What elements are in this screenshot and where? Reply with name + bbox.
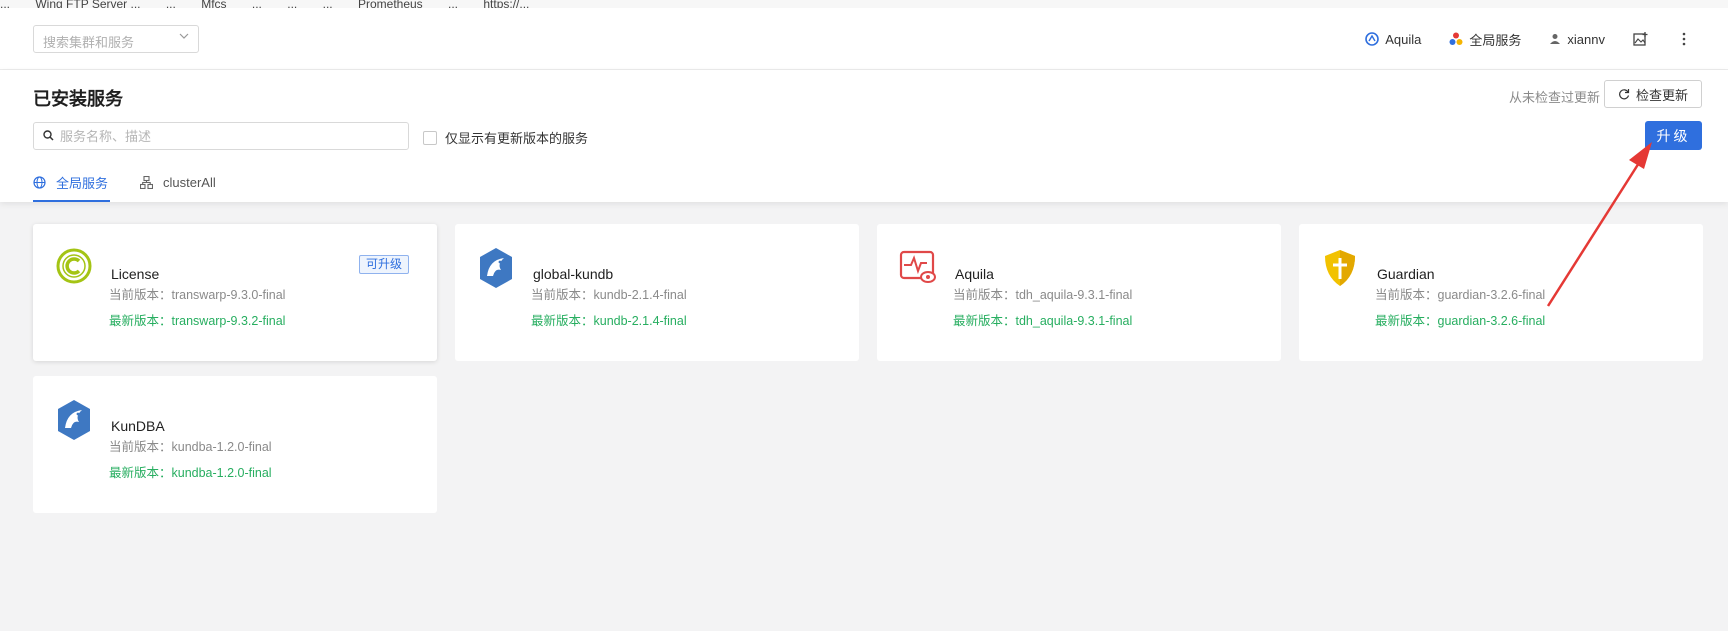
service-tabs: 全局服务 clusterAll: [33, 162, 248, 202]
service-name: Aquila: [955, 266, 994, 282]
latest-version: 最新版本：kundba-1.2.0-final: [109, 466, 272, 480]
current-version: 当前版本：tdh_aquila-9.3.1-final: [953, 288, 1133, 302]
user-menu[interactable]: xiannv: [1549, 32, 1605, 47]
bookmark-item[interactable]: ...: [0, 0, 10, 8]
bookmark-item[interactable]: https://...: [483, 0, 529, 8]
tab-global-services-label: 全局服务: [56, 175, 109, 191]
page-title: 已安装服务: [33, 89, 123, 109]
kundba-icon: [58, 400, 90, 440]
top-navigation-bar: 搜索集群和服务 Aquila 全局服务 xiannv: [0, 8, 1728, 70]
bookmark-item[interactable]: Wing FTP Server ...: [35, 0, 140, 8]
only-update-filter[interactable]: 仅显示有更新版本的服务: [423, 128, 588, 147]
globe-icon: [33, 175, 46, 189]
tab-cluster-all-label: clusterAll: [163, 174, 216, 190]
image-export-button[interactable]: [1633, 31, 1654, 47]
current-version: 当前版本：kundba-1.2.0-final: [109, 440, 272, 454]
bookmarks-bar: ... Wing FTP Server ... ... Mfcs ... ...…: [0, 0, 1728, 8]
service-card-kundba[interactable]: KunDBA 当前版本：kundba-1.2.0-final 最新版本：kund…: [33, 376, 437, 513]
refresh-icon: [1619, 89, 1630, 100]
latest-version: 最新版本：guardian-3.2.6-final: [1375, 314, 1546, 328]
bookmark-item[interactable]: ...: [287, 0, 297, 8]
image-add-icon: [1633, 31, 1648, 46]
latest-version: 最新版本：tdh_aquila-9.3.1-final: [953, 314, 1133, 328]
service-card-guardian[interactable]: Guardian 当前版本：guardian-3.2.6-final 最新版本：…: [1299, 224, 1703, 361]
upgrade-button[interactable]: 升级: [1645, 121, 1702, 150]
user-icon: [1550, 34, 1561, 44]
upgradable-badge: 可升级: [358, 255, 409, 274]
more-menu-button[interactable]: [1682, 32, 1692, 46]
guardian-shield-icon: [1325, 250, 1355, 286]
bookmark-item[interactable]: ...: [166, 0, 176, 8]
aquila-icon: [1365, 32, 1380, 46]
only-update-checkbox[interactable]: [423, 130, 437, 145]
top-right-actions: Aquila 全局服务 xiannv: [1365, 8, 1728, 70]
latest-version: 最新版本：kundb-2.1.4-final: [531, 314, 687, 328]
service-name: Guardian: [1377, 266, 1435, 282]
latest-version: 最新版本：transwarp-9.3.2-final: [109, 314, 286, 328]
service-name: global-kundb: [533, 266, 614, 282]
service-search[interactable]: [33, 122, 409, 150]
page-header: 已安装服务 从未检查过更新 检查更新 仅显示有更新版本的服务 升级 全局服务 c…: [0, 70, 1728, 202]
service-name: License: [111, 266, 160, 282]
tab-cluster-all[interactable]: clusterAll: [140, 162, 218, 202]
aquila-link-label: Aquila: [1385, 31, 1422, 47]
more-vertical-icon: [1682, 32, 1686, 46]
global-services-link[interactable]: 全局服务: [1449, 30, 1521, 49]
global-services-icon: [1449, 32, 1463, 45]
current-version: 当前版本：transwarp-9.3.0-final: [109, 288, 286, 302]
bookmark-item[interactable]: ...: [252, 0, 262, 8]
service-name: KunDBA: [111, 418, 165, 434]
service-card-global-kundb[interactable]: global-kundb 当前版本：kundb-2.1.4-final 最新版本…: [455, 224, 859, 361]
global-services-label: 全局服务: [1469, 32, 1522, 48]
bookmark-item[interactable]: Prometheus: [358, 0, 423, 8]
kundb-icon: [480, 248, 512, 288]
cluster-service-search-select[interactable]: 搜索集群和服务: [33, 25, 199, 53]
bookmark-item[interactable]: Mfcs: [201, 0, 226, 8]
bookmark-item[interactable]: ...: [323, 0, 333, 8]
service-card-aquila[interactable]: Aquila 当前版本：tdh_aquila-9.3.1-final 最新版本：…: [877, 224, 1281, 361]
cluster-select-placeholder: 搜索集群和服务: [43, 35, 135, 50]
check-update-button[interactable]: 检查更新: [1604, 80, 1702, 108]
last-check-status: 从未检查过更新: [1508, 90, 1600, 105]
tab-global-services[interactable]: 全局服务: [33, 162, 111, 202]
service-search-input[interactable]: [60, 129, 402, 144]
check-update-label: 检查更新: [1635, 87, 1688, 103]
aquila-monitor-icon: [899, 250, 936, 283]
current-version: 当前版本：guardian-3.2.6-final: [1375, 288, 1546, 302]
license-icon: [56, 248, 92, 284]
username: xiannv: [1567, 31, 1605, 47]
aquila-link[interactable]: Aquila: [1365, 32, 1421, 47]
service-card-license[interactable]: License 可升级 当前版本：transwarp-9.3.0-final 最…: [33, 224, 437, 361]
bookmark-item[interactable]: ...: [448, 0, 458, 8]
current-version: 当前版本：kundb-2.1.4-final: [531, 288, 687, 302]
chevron-down-icon: [179, 33, 189, 39]
only-update-label: 仅显示有更新版本的服务: [445, 131, 589, 146]
search-icon: [43, 130, 54, 141]
cluster-icon: [140, 175, 154, 189]
